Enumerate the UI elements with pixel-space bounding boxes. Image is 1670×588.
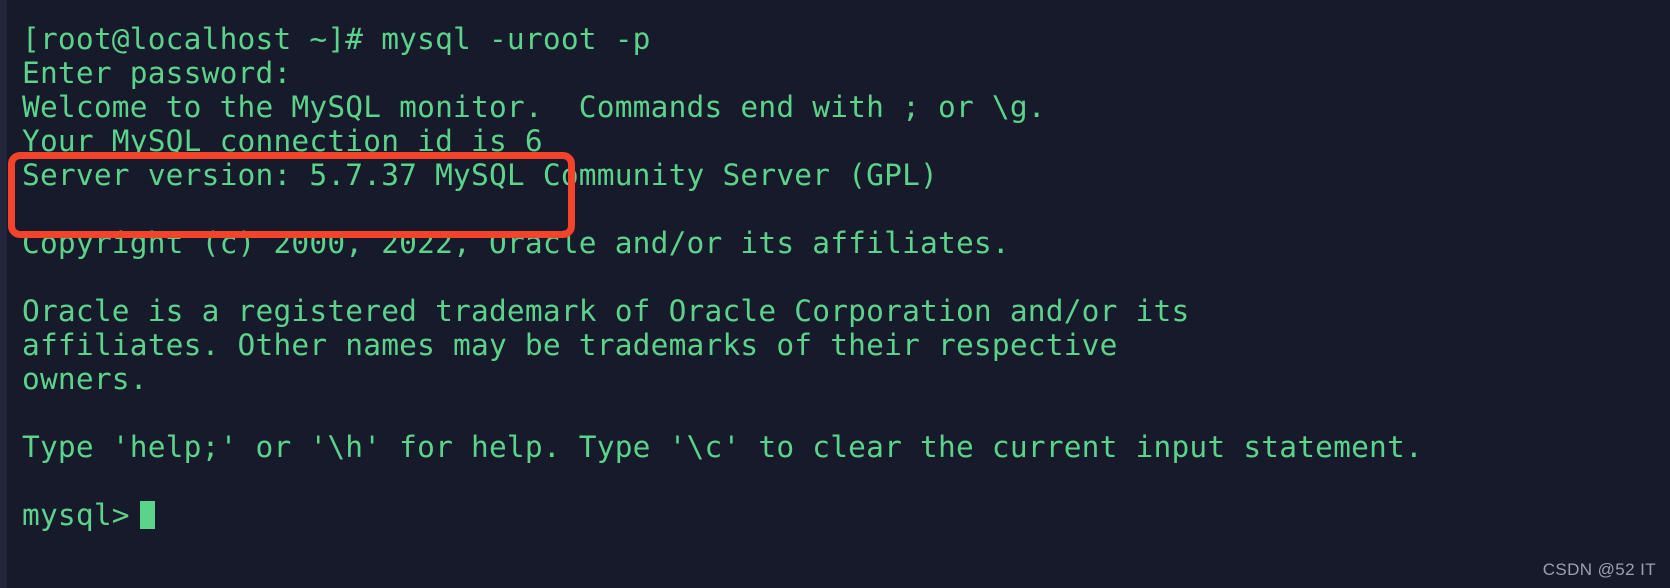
terminal-line-welcome: Welcome to the MySQL monitor. Commands e… [22, 90, 1046, 124]
terminal-line-help-hint: Type 'help;' or '\h' for help. Type '\c'… [22, 430, 1423, 464]
terminal-output-area[interactable]: [root@localhost ~]# mysql -uroot -p Ente… [0, 0, 1670, 588]
csdn-watermark: CSDN @52 IT [1542, 560, 1656, 579]
mysql-prompt-line[interactable]: mysql> [22, 498, 1670, 532]
terminal-line-trademark-3: owners. [22, 362, 148, 396]
terminal-line-prompt-command: [root@localhost ~]# mysql -uroot -p [22, 22, 651, 56]
terminal-screenshot: [root@localhost ~]# mysql -uroot -p Ente… [0, 0, 1670, 588]
terminal-line-server-version: Server version: 5.7.37 MySQL Community S… [22, 158, 938, 192]
terminal-line-trademark-2: affiliates. Other names may be trademark… [22, 328, 1118, 362]
terminal-line-connection-id: Your MySQL connection id is 6 [22, 124, 543, 158]
terminal-line-copyright: Copyright (c) 2000, 2022, Oracle and/or … [22, 226, 1010, 260]
terminal-line-trademark-1: Oracle is a registered trademark of Orac… [22, 294, 1190, 328]
mysql-prompt-label: mysql> [22, 498, 130, 532]
text-cursor-block [139, 501, 155, 529]
terminal-line-enter-password: Enter password: [22, 56, 292, 90]
